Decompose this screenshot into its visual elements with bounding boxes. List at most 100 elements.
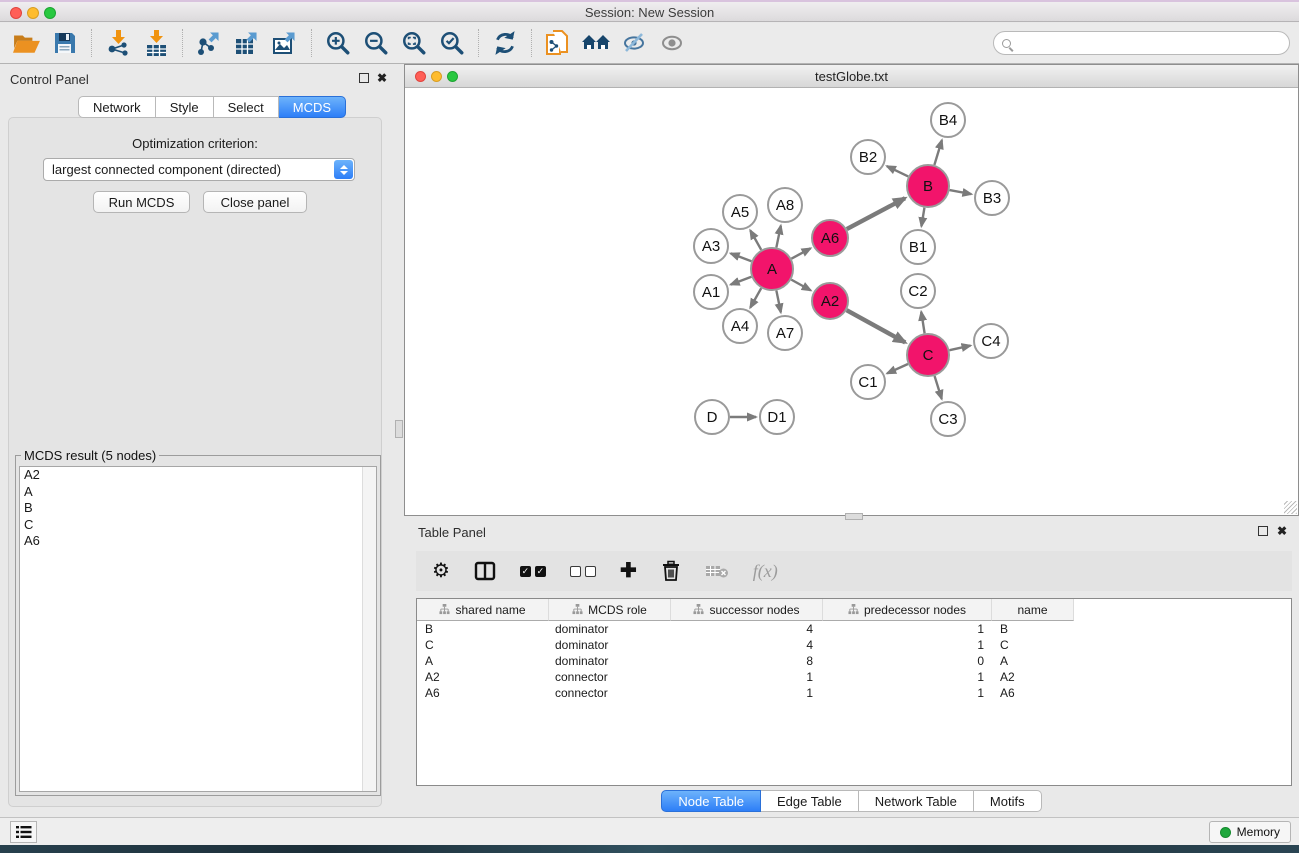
attribute-tree-icon [693, 604, 704, 615]
graph-edge-A2-C[interactable] [847, 310, 906, 342]
column-header-successor-nodes[interactable]: successor nodes [671, 599, 823, 621]
network-canvas[interactable]: B4B2BB3A5A8A6A3AB1A1A2C2A4A7C4CC1DD1C3 [405, 88, 1298, 515]
export-network-icon[interactable] [192, 27, 226, 59]
toolbar-separator [311, 29, 312, 57]
show-columns-icon[interactable] [474, 560, 496, 582]
search-input[interactable] [993, 31, 1290, 55]
graph-edge-A-A8[interactable] [776, 226, 780, 248]
graph-node-label: D1 [767, 409, 786, 426]
graph-edge-A-A7[interactable] [776, 291, 780, 313]
table-row[interactable]: A2connector11A2 [417, 669, 1291, 685]
mcds-result-item[interactable]: C [20, 517, 376, 534]
graph-node-label: A7 [776, 325, 794, 342]
graph-edge-A-A4[interactable] [750, 288, 761, 308]
table-cell: 1 [823, 686, 992, 700]
run-mcds-button[interactable]: Run MCDS [93, 191, 190, 213]
graph-node-label: B3 [983, 190, 1001, 207]
column-header-name[interactable]: name [992, 599, 1074, 621]
table-cell: A6 [992, 686, 1074, 700]
graph-edge-B-B3[interactable] [950, 190, 972, 194]
create-column-icon[interactable]: ✚ [620, 561, 637, 581]
table-row[interactable]: A6connector11A6 [417, 685, 1291, 701]
network-window-titlebar[interactable]: testGlobe.txt [405, 65, 1298, 88]
refresh-icon[interactable] [488, 27, 522, 59]
float-panel-icon[interactable] [1258, 526, 1268, 536]
graph-edge-C-C3[interactable] [935, 376, 942, 399]
tab-node-table[interactable]: Node Table [661, 790, 761, 812]
table-row[interactable]: Bdominator41B [417, 621, 1291, 637]
mcds-result-item[interactable]: A2 [20, 467, 376, 484]
table-settings-icon[interactable]: ⚙ [432, 561, 450, 581]
graph-edge-B-B2[interactable] [887, 166, 908, 176]
select-all-columns-icon[interactable]: ✓✓ [520, 566, 546, 577]
zoom-out-icon[interactable] [359, 27, 393, 59]
delete-column-icon[interactable] [661, 560, 681, 582]
clone-network-icon[interactable] [541, 27, 575, 59]
open-file-icon[interactable] [10, 27, 44, 59]
float-panel-icon[interactable] [359, 73, 369, 83]
zoom-fit-icon[interactable] [397, 27, 431, 59]
list-scrollbar[interactable] [362, 467, 376, 791]
graph-node-label: C1 [858, 374, 877, 391]
mcds-result-item[interactable]: A [20, 484, 376, 501]
save-session-icon[interactable] [48, 27, 82, 59]
tab-network-table[interactable]: Network Table [859, 790, 974, 812]
graph-edge-C-C4[interactable] [949, 346, 970, 351]
toolbar-separator [91, 29, 92, 57]
list-icon [16, 825, 32, 839]
show-annotations-icon[interactable] [655, 27, 689, 59]
unselect-all-columns-icon[interactable] [570, 566, 596, 577]
control-panel-tabs: Network Style Select MCDS [78, 96, 346, 118]
zoom-in-icon[interactable] [321, 27, 355, 59]
attribute-tree-icon [848, 604, 859, 615]
memory-button[interactable]: Memory [1209, 821, 1291, 843]
criterion-select[interactable]: largest connected component (directed) [43, 158, 355, 181]
column-header-MCDS-role[interactable]: MCDS role [549, 599, 671, 621]
graph-edge-C-C1[interactable] [887, 364, 908, 373]
export-table-icon[interactable] [230, 27, 264, 59]
mcds-result-list[interactable]: A2ABCA6 [19, 466, 377, 792]
window-resize-grip[interactable] [1284, 501, 1297, 514]
graph-edge-A-A1[interactable] [731, 277, 752, 285]
graph-edge-A6-B[interactable] [847, 198, 905, 229]
graph-edge-A-A6[interactable] [791, 248, 810, 258]
tab-style[interactable]: Style [156, 96, 214, 118]
graph-edge-B-B4[interactable] [934, 140, 942, 165]
tab-network[interactable]: Network [78, 96, 156, 118]
graph-edge-A-A3[interactable] [731, 253, 752, 261]
task-history-button[interactable] [10, 821, 37, 843]
column-header-shared-name[interactable]: shared name [417, 599, 549, 621]
tab-motifs[interactable]: Motifs [974, 790, 1042, 812]
table-cell: connector [549, 686, 671, 700]
zoom-selected-icon[interactable] [435, 27, 469, 59]
column-header-predecessor-nodes[interactable]: predecessor nodes [823, 599, 992, 621]
vertical-splitter-handle[interactable] [395, 420, 403, 438]
table-cell: 1 [671, 686, 823, 700]
close-panel-icon[interactable]: ✖ [1277, 526, 1287, 536]
graph-edge-A-A2[interactable] [791, 280, 810, 291]
graph-node-label: C2 [908, 283, 927, 300]
graph-edge-A-A5[interactable] [750, 230, 761, 250]
graph-edge-B-B1[interactable] [921, 208, 924, 227]
graph-edge-C-C2[interactable] [921, 312, 924, 334]
tab-select[interactable]: Select [214, 96, 279, 118]
mcds-result-item[interactable]: B [20, 500, 376, 517]
delete-table-icon [705, 563, 729, 579]
table-cell: 1 [823, 622, 992, 636]
tab-edge-table[interactable]: Edge Table [761, 790, 859, 812]
export-image-icon[interactable] [268, 27, 302, 59]
table-row[interactable]: Cdominator41C [417, 637, 1291, 653]
import-network-icon[interactable] [101, 27, 135, 59]
memory-label: Memory [1237, 825, 1280, 839]
mcds-result-item[interactable]: A6 [20, 533, 376, 550]
close-panel-button[interactable]: Close panel [203, 191, 307, 213]
table-cell: 8 [671, 654, 823, 668]
import-table-icon[interactable] [139, 27, 173, 59]
close-panel-icon[interactable]: ✖ [377, 73, 387, 83]
table-cell: C [417, 638, 549, 652]
memory-status-icon [1220, 827, 1231, 838]
tab-mcds[interactable]: MCDS [279, 96, 346, 118]
hide-annotations-icon[interactable] [617, 27, 651, 59]
table-row[interactable]: Adominator80A [417, 653, 1291, 669]
show-all-views-icon[interactable] [579, 27, 613, 59]
